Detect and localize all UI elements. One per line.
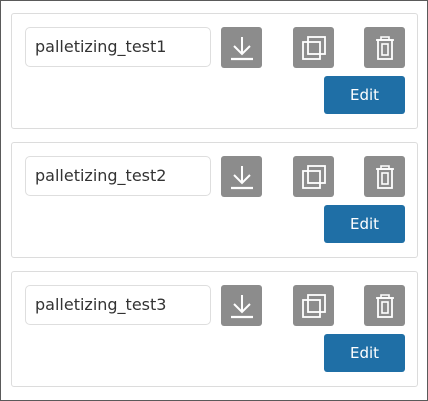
program-card: palletizing_test2 Edit [11, 142, 418, 258]
trash-icon [375, 35, 394, 60]
download-button[interactable] [221, 285, 262, 326]
trash-icon [375, 293, 394, 318]
copy-icon [301, 164, 326, 189]
program-list: palletizing_test1 Edit palletizing_test2… [0, 0, 428, 401]
copy-icon [301, 293, 326, 318]
copy-button[interactable] [293, 285, 334, 326]
delete-button[interactable] [364, 27, 405, 68]
download-icon [230, 36, 253, 60]
download-button[interactable] [221, 156, 262, 197]
copy-button[interactable] [293, 156, 334, 197]
trash-icon [375, 164, 394, 189]
edit-button[interactable]: Edit [324, 334, 405, 372]
copy-button[interactable] [293, 27, 334, 68]
download-icon [230, 294, 253, 318]
program-card: palletizing_test1 Edit [11, 13, 418, 129]
delete-button[interactable] [364, 285, 405, 326]
delete-button[interactable] [364, 156, 405, 197]
program-name-field[interactable]: palletizing_test2 [25, 156, 211, 196]
download-button[interactable] [221, 27, 262, 68]
copy-icon [301, 35, 326, 60]
program-card: palletizing_test3 Edit [11, 271, 418, 387]
program-name-field[interactable]: palletizing_test1 [25, 27, 211, 67]
program-name-field[interactable]: palletizing_test3 [25, 285, 211, 325]
download-icon [230, 165, 253, 189]
edit-button[interactable]: Edit [324, 76, 405, 114]
edit-button[interactable]: Edit [324, 205, 405, 243]
